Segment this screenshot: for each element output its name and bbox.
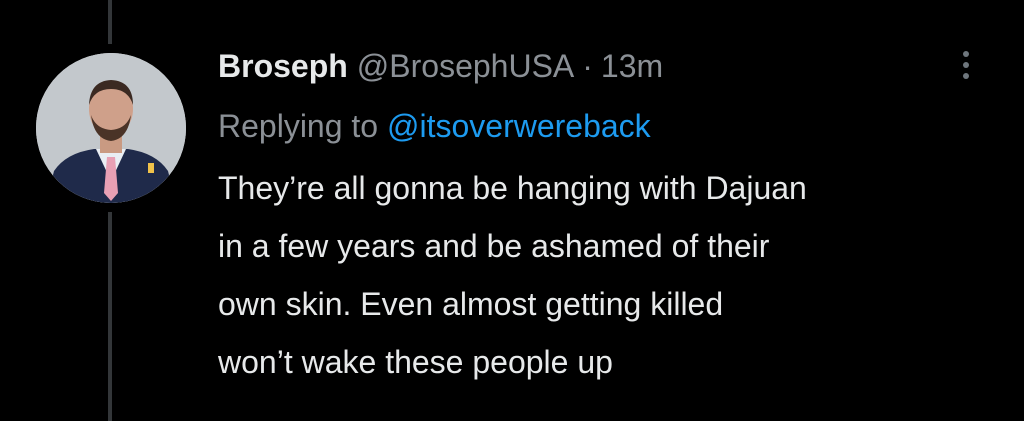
more-options-button[interactable] bbox=[946, 38, 986, 92]
replying-to: Replying to @itsoverwereback bbox=[218, 104, 988, 148]
more-vertical-icon bbox=[963, 51, 969, 57]
tweet-text-line: They’re all gonna be hanging with Dajuan bbox=[218, 170, 807, 206]
tweet[interactable]: Broseph @BrosephUSA · 13m Replying to @i… bbox=[218, 44, 988, 391]
thread-line-bottom bbox=[108, 212, 112, 421]
profile-photo-icon bbox=[36, 53, 186, 203]
avatar[interactable] bbox=[36, 53, 186, 203]
tweet-text-line: own skin. Even almost getting killed bbox=[218, 286, 724, 322]
tweet-header: Broseph @BrosephUSA · 13m bbox=[218, 44, 988, 88]
replying-to-handle-link[interactable]: @itsoverwereback bbox=[387, 108, 651, 144]
more-vertical-icon-dot bbox=[963, 62, 969, 68]
tweet-text-line: in a few years and be ashamed of their bbox=[218, 228, 770, 264]
thread-line-top bbox=[108, 0, 112, 44]
more-vertical-icon-dot bbox=[963, 73, 969, 79]
display-name[interactable]: Broseph bbox=[218, 44, 348, 88]
tweet-text-line: won’t wake these people up bbox=[218, 344, 613, 380]
replying-to-label: Replying to bbox=[218, 108, 379, 144]
tweet-text: They’re all gonna be hanging with Dajuan… bbox=[218, 159, 988, 391]
user-handle[interactable]: @BrosephUSA bbox=[357, 44, 574, 88]
timestamp[interactable]: 13m bbox=[601, 44, 663, 88]
separator-dot: · bbox=[582, 48, 593, 84]
